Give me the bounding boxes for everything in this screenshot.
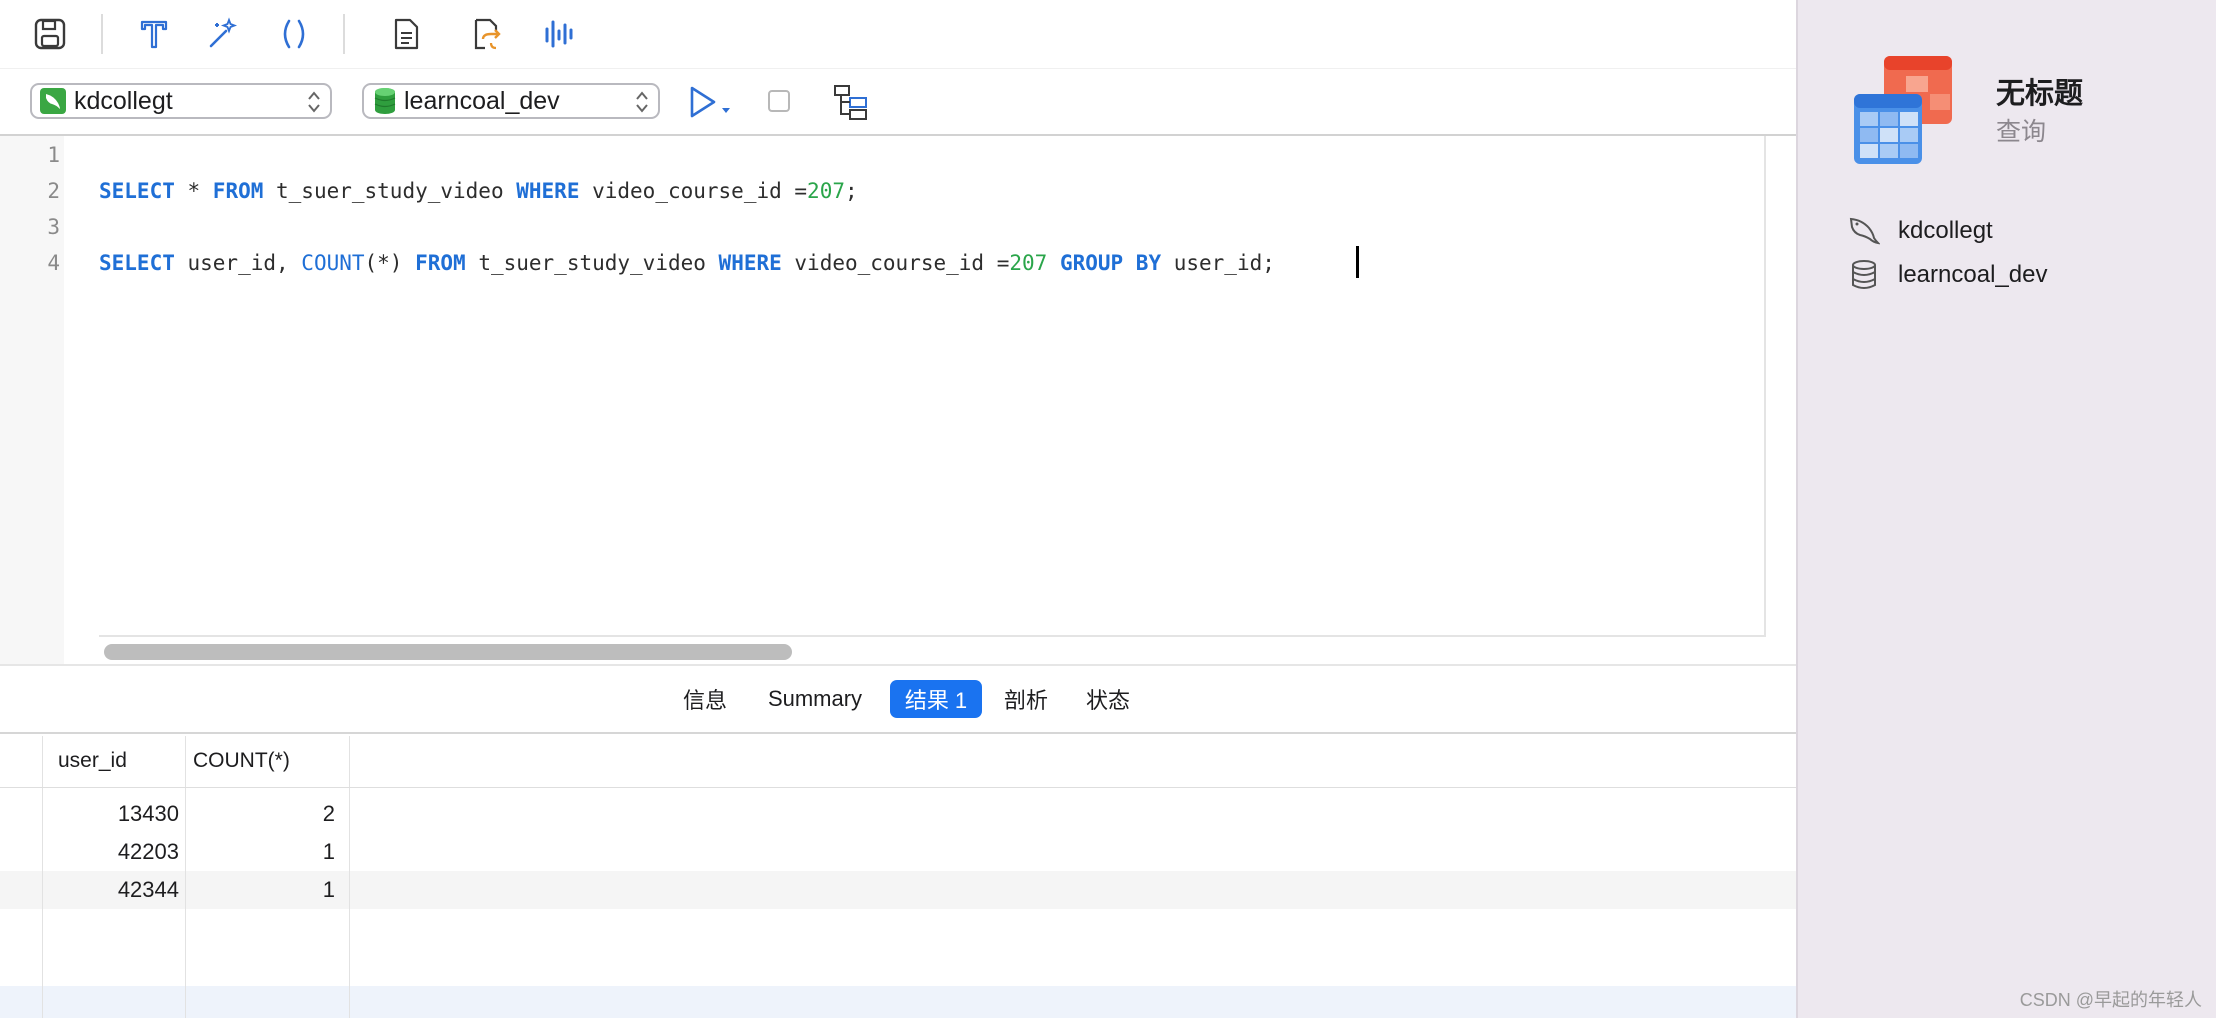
cell-count[interactable]: 1 (187, 877, 335, 903)
tab-info[interactable]: 信息 (672, 680, 738, 718)
line-number: 4 (47, 251, 60, 275)
query-subtitle: 查询 (1996, 118, 2047, 146)
sql-keyword: SELECT (99, 251, 175, 275)
sql-function: COUNT (301, 251, 365, 275)
explain-button[interactable] (832, 83, 870, 121)
line-number: 1 (47, 143, 60, 167)
sql-text: video_course_id = (579, 179, 808, 203)
format-icon[interactable] (134, 14, 174, 54)
sql-keyword: FROM (212, 179, 264, 203)
database-select[interactable]: learncoal_dev (362, 83, 660, 119)
sql-number: 207 (1009, 251, 1048, 275)
sql-keyword: WHERE (718, 251, 782, 275)
magic-wand-icon[interactable] (202, 14, 242, 54)
sql-text: t_suer_study_video (465, 251, 719, 275)
column-header-count[interactable]: COUNT(*) (193, 749, 290, 773)
cell-count[interactable]: 2 (187, 801, 335, 827)
table-row[interactable]: 13430 2 (0, 795, 1796, 833)
sql-keyword: FROM (415, 251, 466, 275)
result-tab-bar: 信息 Summary 结果 1 剖析 状态 (0, 664, 1796, 734)
database-icon (1852, 260, 1876, 289)
save-icon[interactable] (30, 14, 70, 54)
toolbar (0, 0, 1796, 69)
sql-text: user_id; (1161, 251, 1275, 275)
mysql-server-icon (40, 88, 66, 114)
result-grid: user_id COUNT(*) 13430 2 42203 1 42344 1 (0, 736, 1796, 1018)
horizontal-scrollbar-thumb[interactable] (104, 644, 792, 660)
tab-status[interactable]: 状态 (1078, 680, 1138, 718)
query-app-icon (1854, 56, 1954, 166)
line-number: 3 (47, 215, 60, 239)
table-row[interactable]: 42344 1 (0, 871, 1796, 909)
watermark: CSDN @早起的年轻人 (2019, 990, 2202, 1010)
table-header: user_id COUNT(*) (0, 736, 1796, 788)
cell-count[interactable]: 1 (187, 839, 335, 865)
tab-summary[interactable]: Summary (758, 680, 872, 718)
code-line-4[interactable]: SELECT user_id, COUNT(*) FROM t_suer_stu… (99, 251, 1275, 275)
sql-text: video_course_id = (781, 251, 1010, 275)
text-caret (1356, 246, 1359, 278)
run-button[interactable] (686, 84, 738, 120)
connection-bar: kdcollegt learncoal_dev (0, 68, 1796, 136)
sql-text: user_id, (174, 251, 302, 275)
parentheses-icon[interactable] (274, 14, 314, 54)
side-item-server[interactable]: kdcollegt (1848, 213, 1993, 249)
editor-border (99, 635, 1766, 637)
side-database-label: learncoal_dev (1898, 261, 2048, 288)
table-row-empty[interactable] (0, 986, 1796, 1018)
sql-text: * (174, 179, 213, 203)
sql-number: 207 (807, 179, 845, 203)
document-icon[interactable] (386, 14, 426, 54)
query-title: 无标题 (1996, 78, 2084, 110)
play-icon (690, 86, 730, 118)
sql-keyword: GROUP BY (1059, 251, 1162, 275)
sql-keyword: SELECT (99, 179, 175, 203)
export-icon[interactable] (466, 14, 506, 54)
database-name: learncoal_dev (404, 86, 560, 115)
toolbar-divider (343, 14, 345, 54)
side-server-label: kdcollegt (1898, 217, 1993, 244)
server-name: kdcollegt (74, 86, 173, 115)
sql-editor[interactable]: 1 2 3 4 SELECT * FROM t_suer_study_video… (0, 136, 1796, 664)
sql-text: (*) (364, 251, 416, 275)
cell-user-id[interactable]: 42203 (44, 839, 179, 865)
explain-tree-icon (834, 85, 867, 120)
side-item-database[interactable]: learncoal_dev (1848, 257, 2047, 293)
chevron-updown-icon (306, 89, 322, 120)
database-icon (374, 87, 396, 115)
sql-text: ; (844, 179, 858, 203)
editor-border (1764, 136, 1766, 636)
chart-icon[interactable] (538, 14, 578, 54)
cell-user-id[interactable]: 13430 (44, 801, 179, 827)
tab-result-1[interactable]: 结果 1 (890, 680, 982, 718)
sql-keyword: WHERE (516, 179, 580, 203)
toolbar-divider (101, 14, 103, 54)
chevron-updown-icon (634, 89, 650, 120)
sql-text: t_suer_study_video (263, 179, 517, 203)
tab-profile[interactable]: 剖析 (996, 680, 1056, 718)
query-editor-window: kdcollegt learncoal_dev 1 2 3 4 SELECT *… (0, 0, 1796, 1018)
code-line-2[interactable]: SELECT * FROM t_suer_study_video WHERE v… (99, 179, 858, 203)
server-select[interactable]: kdcollegt (30, 83, 332, 119)
mysql-dolphin-icon (1849, 217, 1880, 245)
table-row[interactable]: 42203 1 (0, 833, 1796, 871)
stop-button[interactable] (768, 90, 790, 112)
info-panel (1796, 0, 2216, 1018)
line-number: 2 (47, 179, 60, 203)
line-number-gutter: 1 2 3 4 (0, 136, 64, 664)
column-header-user-id[interactable]: user_id (58, 749, 127, 773)
cell-user-id[interactable]: 42344 (44, 877, 179, 903)
